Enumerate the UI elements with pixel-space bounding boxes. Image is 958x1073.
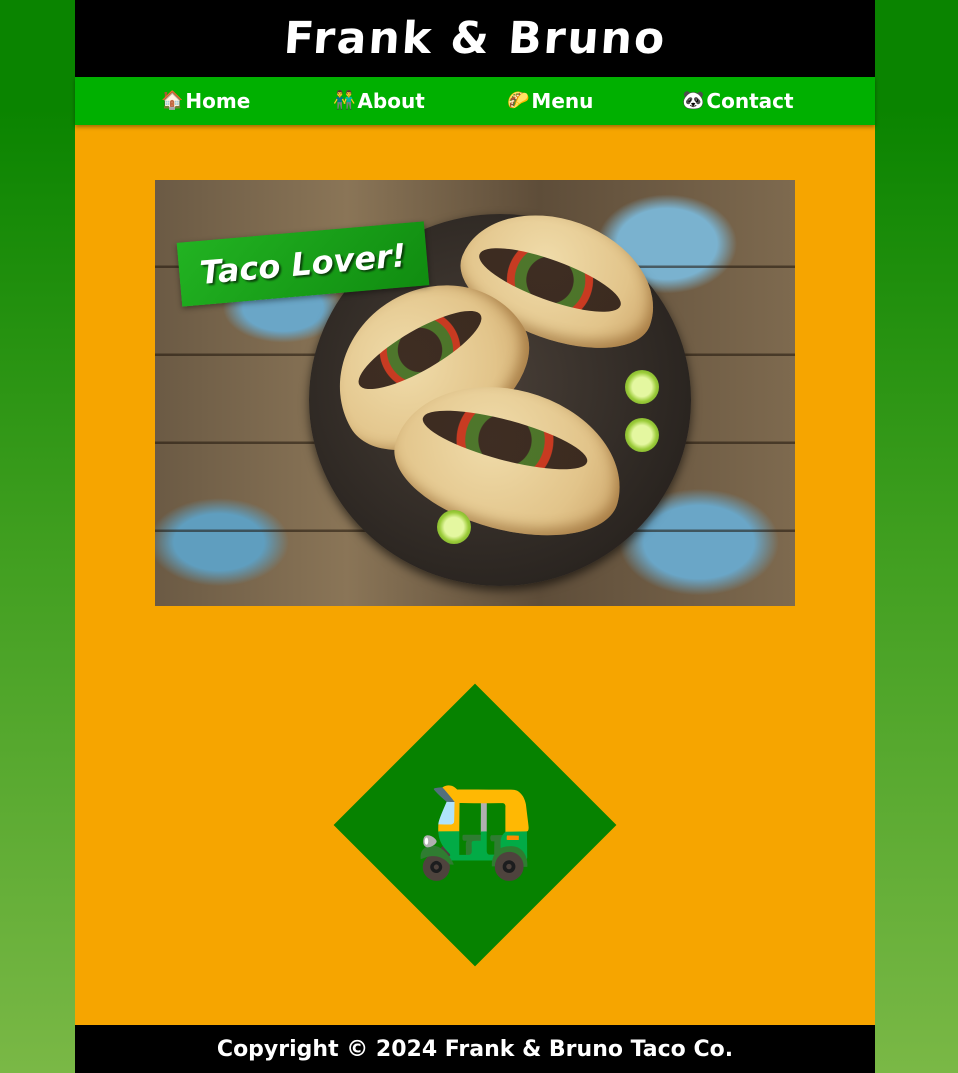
- panda-icon: 🐼: [682, 90, 705, 111]
- site-header: Frank & Bruno: [75, 0, 875, 77]
- nav-item-label: About: [357, 89, 425, 113]
- auto-rickshaw-icon: 🛺: [415, 772, 535, 884]
- hero-image: Taco Lover!: [155, 180, 795, 606]
- nav-item-label: Contact: [706, 89, 794, 113]
- main-nav: 🏠 Home 👬 About 🌮 Menu 🐼 Contact: [75, 77, 875, 125]
- lime-wedge: [625, 418, 659, 452]
- page-container: Frank & Bruno 🏠 Home 👬 About 🌮 Menu 🐼 Co…: [75, 0, 875, 1073]
- site-footer: Copyright © 2024 Frank & Bruno Taco Co.: [75, 1025, 875, 1073]
- nav-item-menu[interactable]: 🌮 Menu: [507, 87, 593, 115]
- nav-item-label: Menu: [531, 89, 594, 113]
- house-icon: 🏠: [161, 90, 184, 111]
- lime-wedge: [437, 510, 471, 544]
- copyright-text: Copyright © 2024 Frank & Bruno Taco Co.: [216, 1036, 734, 1062]
- nav-item-label: Home: [185, 89, 251, 113]
- site-title: Frank & Bruno: [282, 13, 668, 64]
- nav-item-about[interactable]: 👬 About: [333, 87, 425, 115]
- two-men-icon: 👬: [333, 90, 356, 111]
- lime-wedge: [625, 370, 659, 404]
- taco-icon: 🌮: [507, 90, 530, 111]
- taco-lover-badge-text: Taco Lover!: [198, 236, 408, 292]
- nav-item-home[interactable]: 🏠 Home: [161, 87, 250, 115]
- nav-item-contact[interactable]: 🐼 Contact: [682, 87, 794, 115]
